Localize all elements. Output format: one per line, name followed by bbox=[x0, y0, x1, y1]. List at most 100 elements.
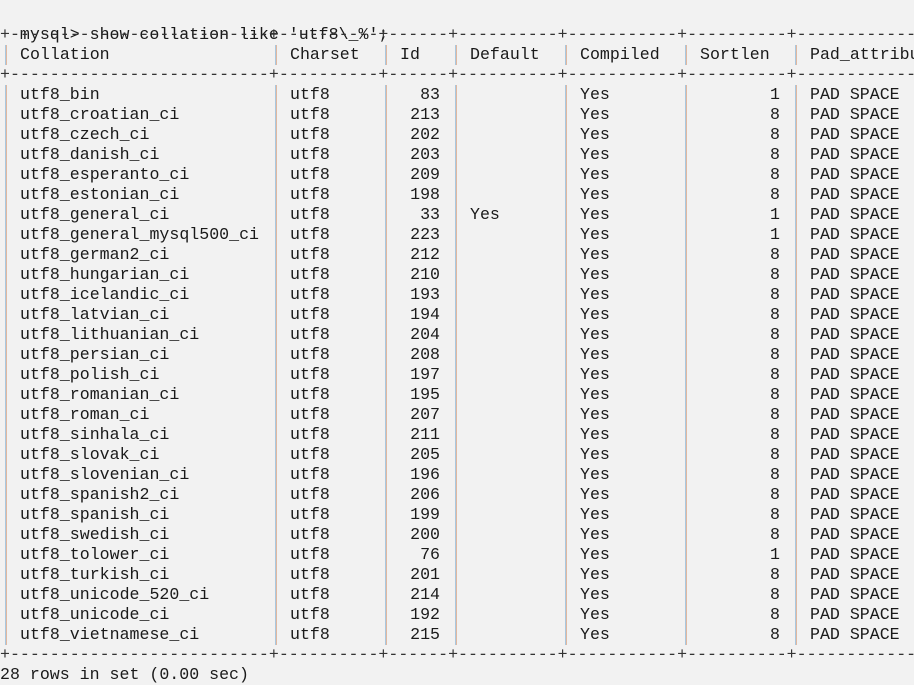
cell-charset: utf8 bbox=[290, 465, 330, 484]
column-header-pad-attribute: Pad_attribute bbox=[810, 45, 914, 64]
cell-collation: utf8_danish_ci bbox=[20, 145, 160, 164]
cell-id: 196 bbox=[410, 465, 440, 484]
cell-default bbox=[470, 585, 550, 605]
cell-compiled: Yes bbox=[580, 525, 610, 544]
cell-compiled: Yes bbox=[580, 565, 610, 584]
cell-default: Yes bbox=[470, 205, 500, 224]
cell-sortlen: 8 bbox=[770, 145, 780, 164]
cell-sortlen: 8 bbox=[770, 325, 780, 344]
cell-compiled: Yes bbox=[580, 205, 610, 224]
cell-pad-attribute: PAD SPACE bbox=[810, 265, 900, 284]
column-separator bbox=[275, 45, 276, 65]
cell-id: 213 bbox=[410, 105, 440, 124]
column-separator bbox=[5, 85, 6, 645]
cell-default bbox=[470, 145, 550, 165]
cell-charset: utf8 bbox=[290, 505, 330, 524]
cell-sortlen: 1 bbox=[770, 545, 780, 564]
cell-charset: utf8 bbox=[290, 565, 330, 584]
cell-charset: utf8 bbox=[290, 165, 330, 184]
column-header-charset: Charset bbox=[290, 45, 360, 64]
column-separator bbox=[795, 45, 796, 65]
cell-default bbox=[470, 245, 550, 265]
cell-pad-attribute: PAD SPACE bbox=[810, 465, 900, 484]
cell-id: 76 bbox=[420, 545, 440, 564]
cell-sortlen: 1 bbox=[770, 205, 780, 224]
cell-charset: utf8 bbox=[290, 125, 330, 144]
result-footer: 28 rows in set (0.00 sec) bbox=[0, 665, 249, 684]
cell-id: 199 bbox=[410, 505, 440, 524]
cell-charset: utf8 bbox=[290, 185, 330, 204]
cell-pad-attribute: PAD SPACE bbox=[810, 145, 900, 164]
column-header-id: Id bbox=[400, 45, 420, 64]
cell-id: 197 bbox=[410, 365, 440, 384]
cell-id: 83 bbox=[420, 85, 440, 104]
cell-collation: utf8_spanish2_ci bbox=[20, 485, 180, 504]
cell-pad-attribute: PAD SPACE bbox=[810, 245, 900, 264]
cell-compiled: Yes bbox=[580, 345, 610, 364]
cell-collation: utf8_swedish_ci bbox=[20, 525, 170, 544]
cell-charset: utf8 bbox=[290, 265, 330, 284]
cell-collation: utf8_unicode_520_ci bbox=[20, 585, 210, 604]
cell-collation: utf8_slovak_ci bbox=[20, 445, 160, 464]
cell-default bbox=[470, 105, 550, 125]
cell-charset: utf8 bbox=[290, 325, 330, 344]
cell-charset: utf8 bbox=[290, 485, 330, 504]
column-header-collation: Collation bbox=[20, 45, 110, 64]
cell-collation: utf8_esperanto_ci bbox=[20, 165, 190, 184]
cell-id: 212 bbox=[410, 245, 440, 264]
cell-default bbox=[470, 605, 550, 625]
cell-pad-attribute: PAD SPACE bbox=[810, 485, 900, 504]
cell-charset: utf8 bbox=[290, 585, 330, 604]
cell-collation: utf8_turkish_ci bbox=[20, 565, 170, 584]
cell-id: 200 bbox=[410, 525, 440, 544]
cell-compiled: Yes bbox=[580, 605, 610, 624]
cell-collation: utf8_czech_ci bbox=[20, 125, 150, 144]
cell-default bbox=[470, 385, 550, 405]
cell-pad-attribute: PAD SPACE bbox=[810, 85, 900, 104]
cell-sortlen: 8 bbox=[770, 305, 780, 324]
column-separator bbox=[795, 85, 796, 645]
cell-collation: utf8_tolower_ci bbox=[20, 545, 170, 564]
column-separator bbox=[385, 85, 386, 645]
cell-compiled: Yes bbox=[580, 505, 610, 524]
cell-compiled: Yes bbox=[580, 445, 610, 464]
cell-charset: utf8 bbox=[290, 425, 330, 444]
cell-collation: utf8_polish_ci bbox=[20, 365, 160, 384]
cell-collation: utf8_general_mysql500_ci bbox=[20, 225, 259, 244]
cell-sortlen: 8 bbox=[770, 485, 780, 504]
cell-compiled: Yes bbox=[580, 145, 610, 164]
cell-collation: utf8_croatian_ci bbox=[20, 105, 180, 124]
cell-charset: utf8 bbox=[290, 205, 330, 224]
cell-sortlen: 8 bbox=[770, 625, 780, 644]
cell-sortlen: 8 bbox=[770, 165, 780, 184]
cell-default bbox=[470, 485, 550, 505]
cell-compiled: Yes bbox=[580, 245, 610, 264]
cell-id: 205 bbox=[410, 445, 440, 464]
cell-pad-attribute: PAD SPACE bbox=[810, 625, 900, 644]
cell-collation: utf8_german2_ci bbox=[20, 245, 170, 264]
cell-default bbox=[470, 505, 550, 525]
cell-sortlen: 8 bbox=[770, 285, 780, 304]
cell-sortlen: 8 bbox=[770, 345, 780, 364]
cell-id: 223 bbox=[410, 225, 440, 244]
cell-sortlen: 1 bbox=[770, 85, 780, 104]
table-border-header: +--------------------------+----------+-… bbox=[0, 65, 914, 84]
cell-default bbox=[470, 425, 550, 445]
cell-default bbox=[470, 305, 550, 325]
cell-collation: utf8_unicode_ci bbox=[20, 605, 170, 624]
table-border-top: +--------------------------+----------+-… bbox=[0, 25, 914, 44]
cell-pad-attribute: PAD SPACE bbox=[810, 545, 900, 564]
cell-default bbox=[470, 85, 550, 105]
cell-compiled: Yes bbox=[580, 265, 610, 284]
cell-sortlen: 8 bbox=[770, 185, 780, 204]
cell-default bbox=[470, 125, 550, 145]
cell-sortlen: 8 bbox=[770, 425, 780, 444]
cell-default bbox=[470, 225, 550, 245]
cell-pad-attribute: PAD SPACE bbox=[810, 605, 900, 624]
cell-compiled: Yes bbox=[580, 405, 610, 424]
cell-sortlen: 8 bbox=[770, 365, 780, 384]
cell-default bbox=[470, 285, 550, 305]
cell-sortlen: 8 bbox=[770, 445, 780, 464]
cell-default bbox=[470, 405, 550, 425]
cell-charset: utf8 bbox=[290, 105, 330, 124]
